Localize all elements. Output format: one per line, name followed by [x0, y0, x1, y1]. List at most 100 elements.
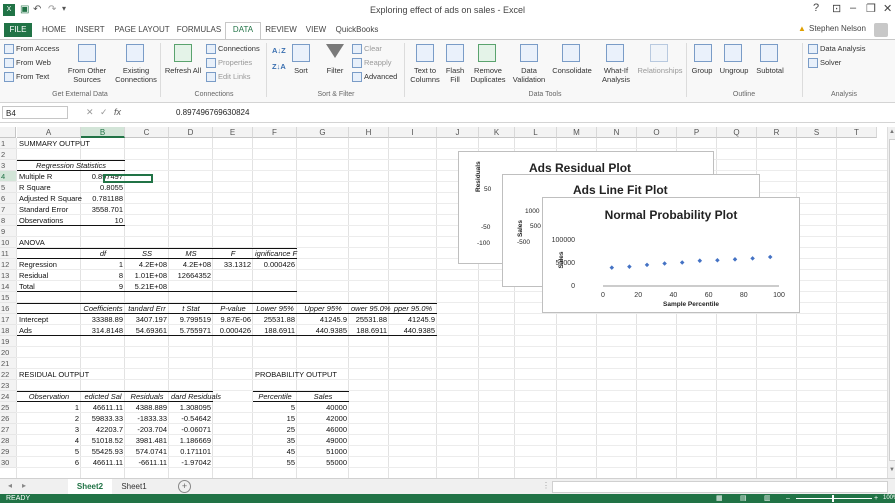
- what-if-analysis-button[interactable]: What-If Analysis: [596, 66, 636, 84]
- prev-sheet-icon[interactable]: ◂: [8, 481, 12, 490]
- worksheet-grid[interactable]: ABCDEFGHIJKLMNOPQRST 1 2 3 4 5 6 7 8 9 10 11 12 13 14…: [0, 127, 887, 478]
- stat-value[interactable]: 0.781188: [83, 194, 123, 203]
- anova-value[interactable]: 4.2E+08: [127, 260, 167, 269]
- coef-value[interactable]: 25531.88: [351, 315, 387, 324]
- tab-view[interactable]: VIEW: [302, 23, 330, 37]
- row-header[interactable]: 2: [0, 149, 16, 160]
- data-validation-button[interactable]: Data Validation: [508, 66, 550, 84]
- sort-az-icon[interactable]: A↓Z: [272, 46, 286, 55]
- probability-value[interactable]: 55: [255, 458, 295, 467]
- residual-value[interactable]: 3: [19, 425, 79, 434]
- row-header[interactable]: 27: [0, 424, 16, 435]
- probability-value[interactable]: 15: [255, 414, 295, 423]
- row-header[interactable]: 21: [0, 358, 16, 369]
- probability-output-title[interactable]: PROBABILITY OUTPUT: [255, 370, 347, 379]
- stat-value[interactable]: 3558.701: [83, 205, 123, 214]
- anova-value[interactable]: 9: [83, 282, 123, 291]
- row-header[interactable]: 9: [0, 226, 16, 237]
- residual-value[interactable]: 1: [19, 403, 79, 412]
- row-header[interactable]: 20: [0, 347, 16, 358]
- horizontal-scrollbar[interactable]: [552, 481, 888, 493]
- row-header[interactable]: 19: [0, 336, 16, 347]
- page-break-view-icon[interactable]: ▥: [764, 494, 771, 503]
- zoom-slider-thumb[interactable]: [832, 495, 834, 502]
- clear-button[interactable]: Clear: [352, 44, 382, 55]
- row-header[interactable]: 30: [0, 457, 16, 468]
- residual-value[interactable]: 42203.7: [83, 425, 123, 434]
- row-header[interactable]: 22: [0, 369, 16, 380]
- probability-value[interactable]: 42000: [299, 414, 347, 423]
- ribbon-display-icon[interactable]: ⊡: [832, 2, 841, 15]
- filter-button[interactable]: Filter: [318, 66, 352, 75]
- restore-button[interactable]: ❐: [866, 2, 876, 15]
- enter-icon[interactable]: ✓: [100, 107, 108, 118]
- sort-za-icon[interactable]: Z↓A: [272, 62, 286, 71]
- row-header[interactable]: 18: [0, 325, 16, 336]
- probability-value[interactable]: 46000: [299, 425, 347, 434]
- from-access-button[interactable]: From Access: [4, 44, 59, 55]
- column-header[interactable]: O: [637, 127, 677, 138]
- column-header[interactable]: E: [213, 127, 253, 138]
- row-header[interactable]: 23: [0, 380, 16, 391]
- anova-row-label[interactable]: Total: [19, 282, 79, 291]
- tab-data[interactable]: DATA: [225, 22, 261, 39]
- coef-value[interactable]: 314.8148: [83, 326, 123, 335]
- column-header[interactable]: F: [253, 127, 297, 138]
- tab-review[interactable]: REVIEW: [262, 23, 300, 37]
- sheet-tab-sheet1[interactable]: Sheet1: [114, 479, 154, 494]
- minimize-button[interactable]: –: [850, 2, 856, 14]
- residual-value[interactable]: 3981.481: [127, 436, 167, 445]
- coef-row-label[interactable]: Intercept: [19, 315, 79, 324]
- column-header[interactable]: S: [797, 127, 837, 138]
- row-header[interactable]: 6: [0, 193, 16, 204]
- edit-links-button[interactable]: Edit Links: [206, 72, 251, 83]
- coef-value[interactable]: 41245.9: [391, 315, 435, 324]
- column-header[interactable]: H: [349, 127, 389, 138]
- flash-fill-button[interactable]: Flash Fill: [442, 66, 468, 84]
- row-header[interactable]: 15: [0, 292, 16, 303]
- connections-button[interactable]: Connections: [206, 44, 260, 55]
- residual-value[interactable]: 59833.33: [83, 414, 123, 423]
- stat-label[interactable]: Observations: [19, 216, 79, 225]
- column-header[interactable]: A: [17, 127, 81, 138]
- anova-header[interactable]: SS: [127, 249, 167, 258]
- refresh-all-button[interactable]: Refresh All: [164, 66, 202, 75]
- ungroup-button[interactable]: Ungroup: [716, 66, 752, 75]
- residual-header[interactable]: Observation: [19, 392, 79, 401]
- insert-function-icon[interactable]: fx: [114, 107, 121, 117]
- anova-header[interactable]: F: [215, 249, 251, 258]
- residual-value[interactable]: 5: [19, 447, 79, 456]
- anova-value[interactable]: 4.2E+08: [171, 260, 211, 269]
- anova-value[interactable]: 5.21E+08: [127, 282, 167, 291]
- residual-value[interactable]: 574.0741: [127, 447, 167, 456]
- column-header[interactable]: K: [479, 127, 515, 138]
- row-header[interactable]: 29: [0, 446, 16, 457]
- residual-value[interactable]: 6: [19, 458, 79, 467]
- relationships-button[interactable]: Relationships: [636, 66, 684, 75]
- residual-value[interactable]: -203.704: [127, 425, 167, 434]
- coef-value[interactable]: 54.69361: [127, 326, 167, 335]
- coef-value[interactable]: 0.000426: [215, 326, 251, 335]
- data-analysis-button[interactable]: Data Analysis: [808, 44, 865, 55]
- coef-header[interactable]: tandard Err: [127, 304, 167, 313]
- probability-value[interactable]: 35: [255, 436, 295, 445]
- residual-header[interactable]: edicted Sal: [83, 392, 123, 401]
- tab-insert[interactable]: INSERT: [72, 23, 108, 37]
- residual-header[interactable]: Residuals: [127, 392, 167, 401]
- probability-value[interactable]: 5: [255, 403, 295, 412]
- row-header[interactable]: 13: [0, 270, 16, 281]
- scroll-up-icon[interactable]: ▲: [889, 129, 895, 135]
- text-to-columns-button[interactable]: Text to Columns: [406, 66, 444, 84]
- from-other-sources-button[interactable]: From Other Sources: [64, 66, 110, 84]
- probability-header[interactable]: Percentile: [255, 392, 295, 401]
- anova-value[interactable]: [171, 282, 211, 291]
- probability-header[interactable]: Sales: [299, 392, 347, 401]
- stat-label[interactable]: Multiple R: [19, 172, 79, 181]
- residual-value[interactable]: 0.171101: [171, 447, 211, 456]
- anova-header[interactable]: df: [83, 249, 123, 258]
- residual-value[interactable]: -0.54642: [171, 414, 211, 423]
- residual-value[interactable]: -0.06071: [171, 425, 211, 434]
- row-header[interactable]: 17: [0, 314, 16, 325]
- anova-title[interactable]: ANOVA: [19, 238, 79, 247]
- coef-value[interactable]: 5.755971: [171, 326, 211, 335]
